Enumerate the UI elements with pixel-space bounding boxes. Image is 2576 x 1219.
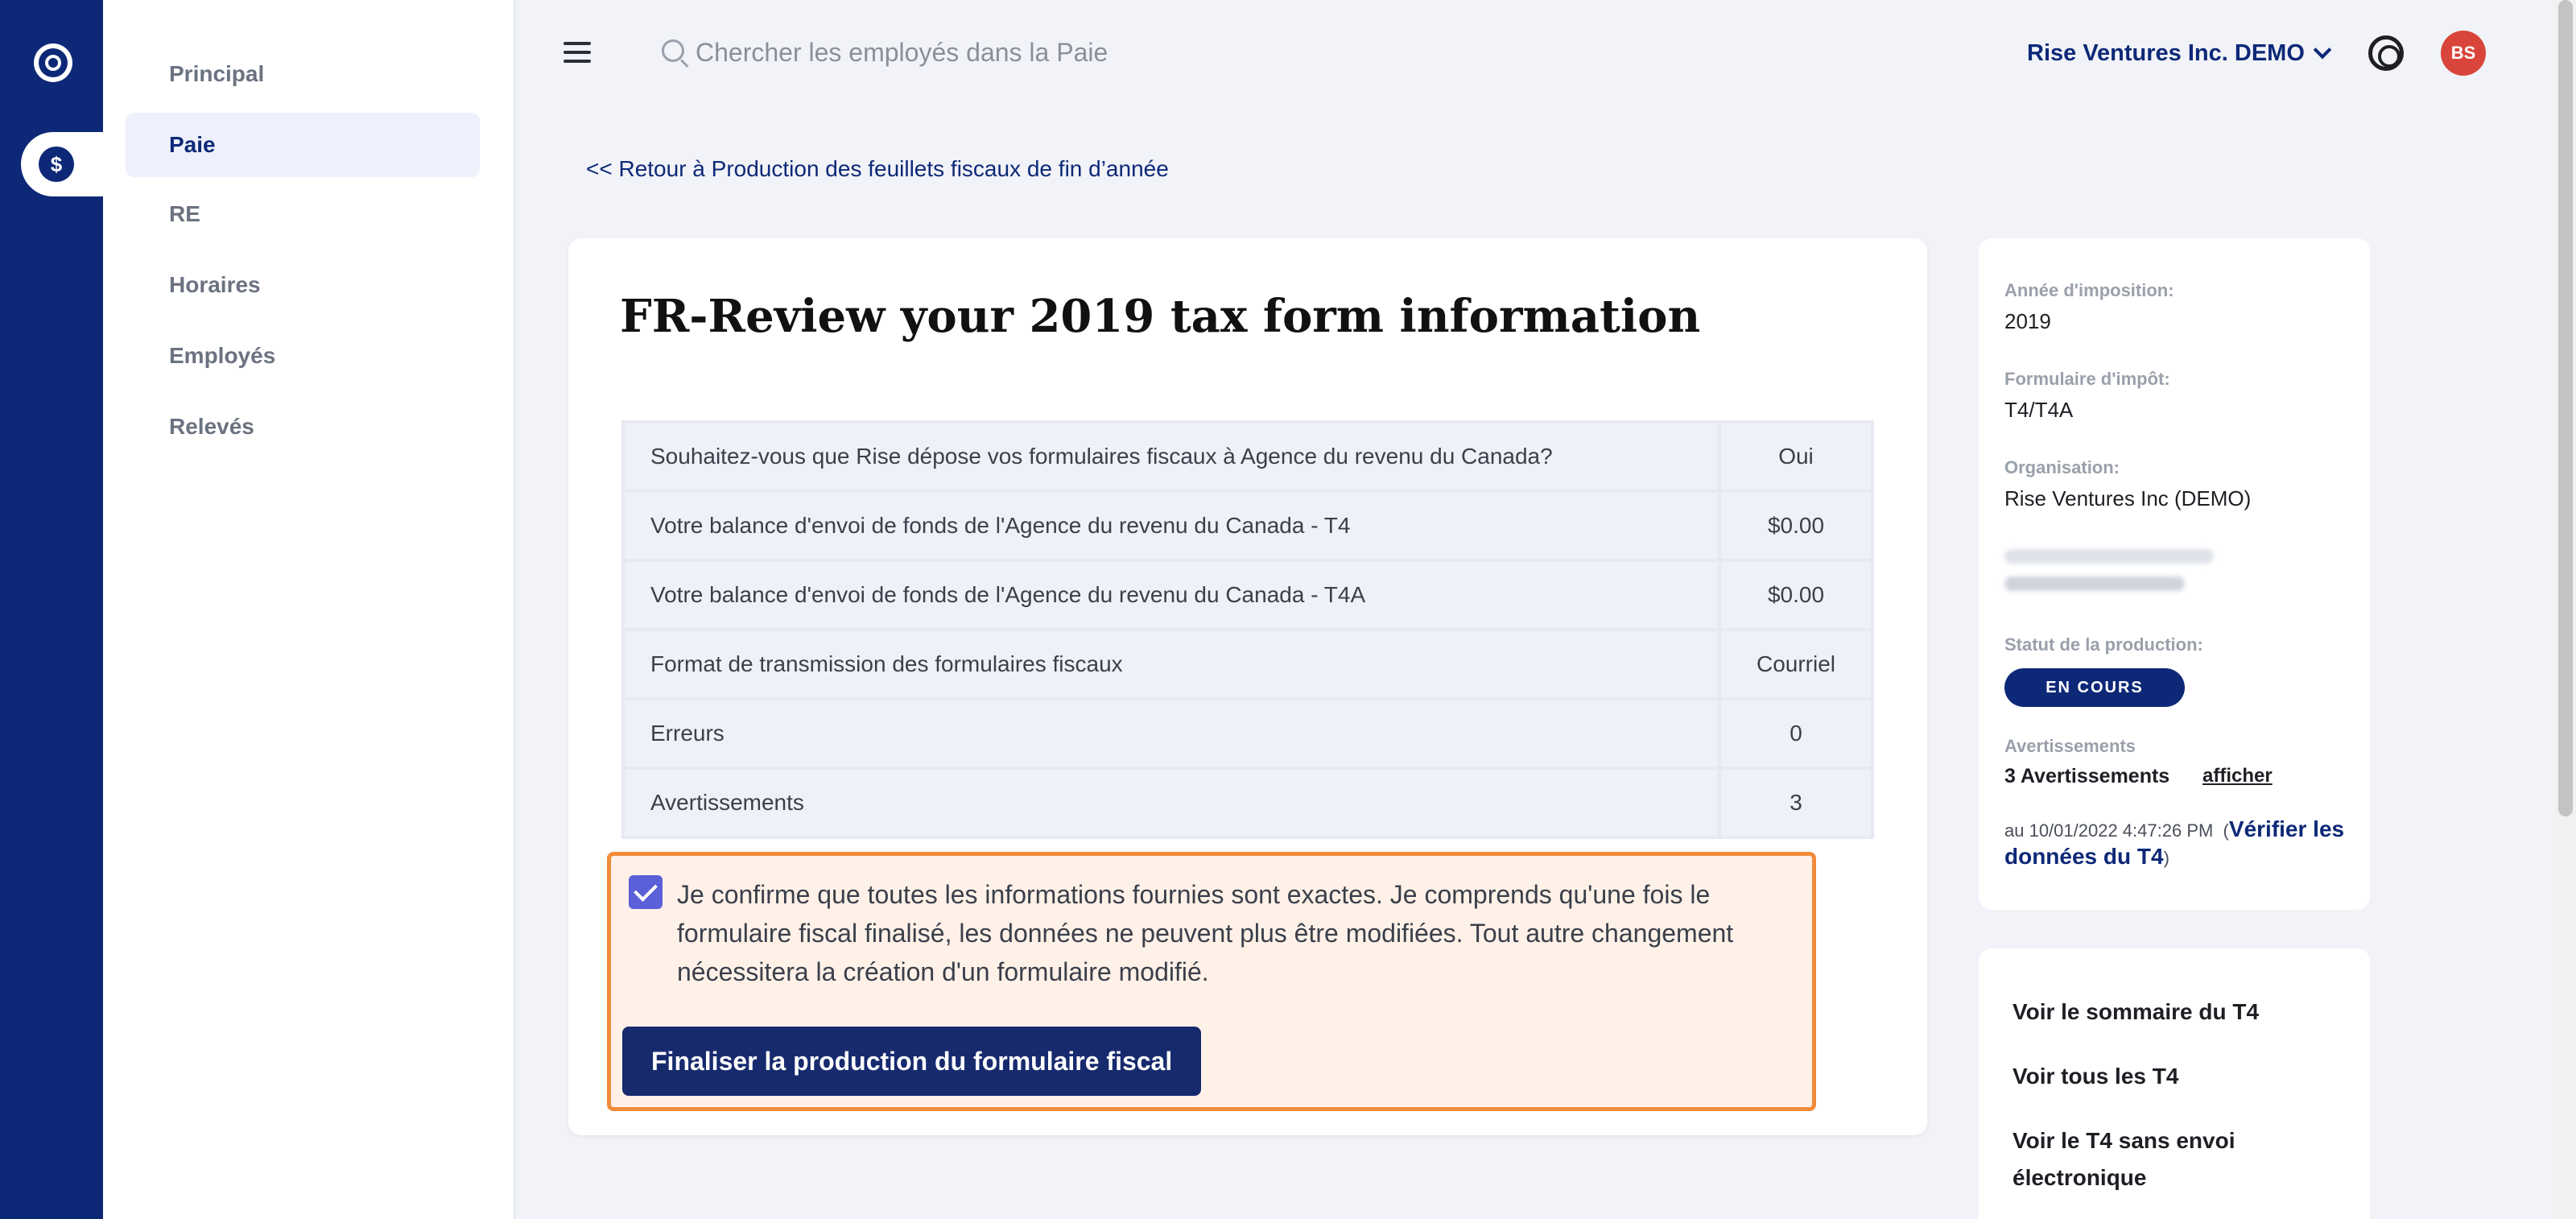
info-panel: Année d'imposition: 2019 Formulaire d'im… [1979, 238, 2370, 910]
search-bar [658, 32, 1383, 72]
confirm-checkbox[interactable] [629, 875, 663, 909]
nav-item-releves[interactable]: Relevés [126, 395, 480, 459]
row-value: 3 [1721, 770, 1871, 836]
company-switcher[interactable]: Rise Ventures Inc. DEMO [2027, 35, 2332, 71]
nav-item-employes[interactable]: Employés [126, 324, 480, 388]
tax-year-value: 2019 [2004, 309, 2051, 333]
nav-item-principal[interactable]: Principal [126, 42, 480, 106]
t4-no-efile-link[interactable]: Voir le T4 sans envoi électronique [2013, 1122, 2351, 1196]
secondary-nav: Principal Paie RE Horaires Employés Rele… [103, 0, 515, 1219]
row-value: $0.00 [1721, 493, 1871, 559]
page-title: FR-Review your 2019 tax form information [620, 290, 1701, 343]
row-label: Format de transmission des formulaires f… [625, 631, 1718, 697]
row-value: 0 [1721, 700, 1871, 767]
org-label: Organisation: [2004, 457, 2120, 477]
warnings-value: 3 Avertissements [2004, 765, 2170, 787]
row-label: Souhaitez-vous que Rise dépose vos formu… [625, 424, 1718, 490]
search-input[interactable] [696, 37, 1356, 68]
app-rail: $ [0, 0, 103, 1219]
help-lifebuoy-icon[interactable] [2368, 35, 2404, 71]
t4-summary-link[interactable]: Voir le sommaire du T4 [2013, 994, 2351, 1031]
scrollbar-thumb[interactable] [2558, 0, 2573, 816]
row-label: Erreurs [625, 700, 1718, 767]
row-label: Votre balance d'envoi de fonds de l'Agen… [625, 562, 1718, 628]
payroll-dollar-icon[interactable]: $ [39, 147, 74, 182]
table-row: Votre balance d'envoi de fonds de l'Agen… [625, 562, 1871, 628]
table-row: Erreurs 0 [625, 700, 1871, 767]
all-t4-link[interactable]: Voir tous les T4 [2013, 1058, 2351, 1095]
nav-item-paie[interactable]: Paie [126, 113, 480, 177]
table-row: Avertissements 3 [625, 770, 1871, 836]
nav-item-re[interactable]: RE [126, 182, 480, 246]
finalize-button[interactable]: Finaliser la production du formulaire fi… [622, 1027, 1202, 1096]
summary-table: Souhaitez-vous que Rise dépose vos formu… [621, 420, 1874, 839]
avatar[interactable]: BS [2441, 31, 2486, 76]
row-value: $0.00 [1721, 562, 1871, 628]
show-warnings-link[interactable]: afficher [2202, 765, 2273, 787]
status-label: Statut de la production: [2004, 634, 2203, 655]
back-to-year-end-link[interactable]: << Retour à Production des feuillets fis… [586, 156, 1169, 182]
report-links-panel: Voir le sommaire du T4 Voir tous les T4 … [1979, 948, 2370, 1219]
chevron-down-icon [2313, 40, 2332, 60]
row-label: Votre balance d'envoi de fonds de l'Agen… [625, 493, 1718, 559]
form-label: Formulaire d'impôt: [2004, 369, 2170, 389]
warnings-label: Avertissements [2004, 736, 2136, 756]
menu-icon[interactable] [564, 42, 591, 63]
row-value: Courriel [1721, 631, 1871, 697]
page-scrollbar[interactable] [2553, 0, 2576, 1219]
last-updated: au 10/01/2022 4:47:26 PM (Vérifier les d… [2004, 816, 2345, 869]
redacted-value [2004, 576, 2185, 591]
redacted-label [2004, 549, 2214, 564]
table-row: Votre balance d'envoi de fonds de l'Agen… [625, 493, 1871, 559]
tax-year-label: Année d'imposition: [2004, 280, 2174, 300]
confirm-text: Je confirme que toutes les informations … [677, 880, 1734, 986]
company-name: Rise Ventures Inc. DEMO [2027, 39, 2305, 66]
row-label: Avertissements [625, 770, 1718, 836]
table-row: Souhaitez-vous que Rise dépose vos formu… [625, 424, 1871, 490]
table-row: Format de transmission des formulaires f… [625, 631, 1871, 697]
form-value: T4/T4A [2004, 398, 2074, 422]
status-badge: EN COURS [2004, 668, 2185, 707]
row-value: Oui [1721, 424, 1871, 490]
logo-icon[interactable] [34, 43, 72, 82]
search-icon [658, 36, 691, 68]
confirmation-box: Je confirme que toutes les informations … [607, 852, 1816, 1111]
timestamp-text: au 10/01/2022 4:47:26 PM [2004, 820, 2214, 841]
org-value: Rise Ventures Inc (DEMO) [2004, 486, 2252, 510]
nav-item-horaires[interactable]: Horaires [126, 253, 480, 317]
